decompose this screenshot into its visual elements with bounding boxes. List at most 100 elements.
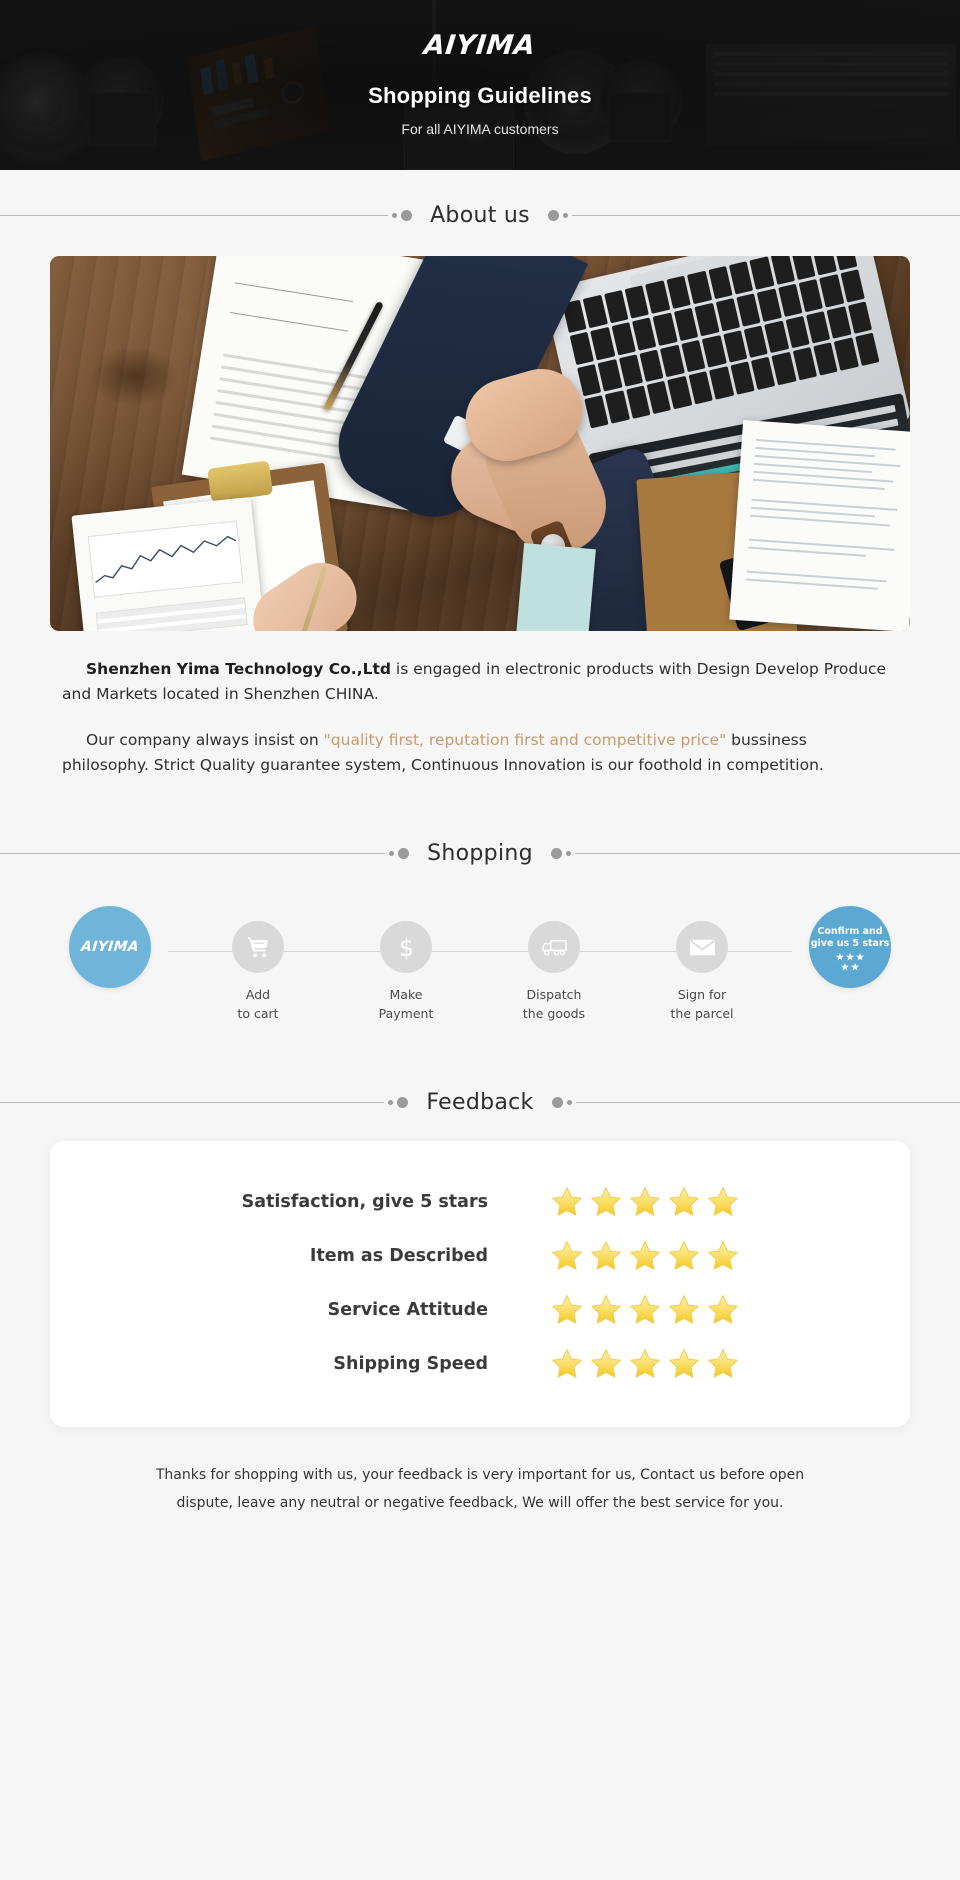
rating-stars-satisfaction[interactable] [550, 1185, 740, 1219]
star-icon [590, 1294, 622, 1325]
page-subtitle: For all AIYIMA customers [401, 121, 559, 137]
step-label-line2: Payment [378, 1005, 434, 1021]
step-label-line2: the parcel [670, 1005, 734, 1021]
badge-stars: ★ ★ ★ ★ ★ [835, 951, 865, 972]
star-icon [629, 1186, 661, 1217]
dollar-icon: $ [380, 921, 432, 974]
star-icon [707, 1348, 739, 1379]
step-sign-for-parcel[interactable]: Sign for the parcel [642, 902, 762, 1022]
star-icon [668, 1348, 700, 1379]
about-description: Shenzhen Yima Technology Co.,Ltd is enga… [0, 631, 960, 778]
star-icon [551, 1186, 583, 1217]
about-paragraph-2: Our company always insist on "quality fi… [62, 728, 898, 778]
shopping-section-title: Shopping [427, 841, 533, 867]
star-icon [707, 1240, 739, 1271]
star-icon [590, 1348, 622, 1379]
divider-dot-large-left [401, 210, 413, 221]
star-icon [551, 1240, 583, 1271]
divider-dot-small-left [389, 851, 395, 857]
feedback-row: Shipping Speed [50, 1337, 910, 1391]
feedback-label-item-as-described: Item as Described [309, 1246, 488, 1267]
svg-text:$: $ [398, 934, 413, 961]
divider-dot-small-right [565, 851, 571, 857]
step-brand: AIYIMA [50, 902, 170, 989]
star-icon [590, 1186, 622, 1217]
feedback-label-service-attitude: Service Attitude [327, 1300, 488, 1321]
about-p2-pre: Our company always insist on [86, 731, 324, 750]
divider-line-left [0, 853, 386, 855]
step-label-line1: Add [245, 987, 271, 1003]
rating-stars-service-attitude[interactable] [550, 1293, 740, 1327]
shopping-process-steps: AIYIMA Add to cart $ Make Payment Dispat… [50, 902, 910, 1040]
page-title: Shopping Guidelines [368, 83, 592, 108]
step-label-line2: to cart [237, 1005, 279, 1021]
financial-report-document [729, 419, 910, 631]
rating-stars-shipping-speed[interactable] [550, 1347, 740, 1381]
star-icon [551, 1294, 583, 1325]
divider-line-left [0, 215, 389, 216]
step-label-line1: Sign for [677, 987, 727, 1003]
about-paragraph-1: Shenzhen Yima Technology Co.,Ltd is enga… [62, 657, 898, 707]
footer-line-1: Thanks for shopping with us, your feedba… [155, 1467, 805, 1484]
aiyima-logo: AIYIMA [422, 30, 538, 61]
step-make-payment[interactable]: $ Make Payment [346, 902, 466, 1022]
about-divider: About us [0, 203, 960, 228]
star-icon [707, 1186, 739, 1217]
divider-dot-large-right [547, 210, 559, 221]
step-label-dispatch-goods: Dispatch the goods [523, 986, 585, 1022]
step-label-line1: Make [389, 987, 423, 1003]
feedback-rating-card: Satisfaction, give 5 stars Item as Descr… [50, 1141, 910, 1428]
stock-chart-report [71, 496, 265, 631]
rating-stars-item-as-described[interactable] [550, 1239, 740, 1273]
confirm-badge-line2: give us 5 stars [810, 937, 890, 949]
star-icon [668, 1240, 700, 1271]
shopping-section: Shopping AIYIMA Add to cart $ Make Payme… [0, 778, 960, 1040]
feedback-row: Satisfaction, give 5 stars [50, 1175, 910, 1229]
step-label-make-payment: Make Payment [379, 986, 434, 1022]
star-icon [668, 1186, 700, 1217]
confirm-badge-line1: Confirm and [817, 926, 883, 938]
page-banner: AIYIMA Shopping Guidelines For all AIYIM… [0, 0, 960, 170]
divider-dot-large-right [550, 848, 562, 860]
about-quote: "quality first, reputation first and com… [323, 731, 727, 750]
star-icon [629, 1294, 661, 1325]
step-label-line1: Dispatch [526, 987, 582, 1003]
divider-dot-large-left [398, 848, 410, 860]
about-section-title: About us [430, 203, 530, 228]
divider-line-right [574, 853, 960, 855]
divider-dot-large-right [551, 1097, 563, 1109]
feedback-divider: Feedback [0, 1090, 960, 1115]
handshake-business-photo [50, 256, 910, 631]
delivery-truck-glyph [541, 939, 567, 956]
step-confirm-give-stars[interactable]: Confirm and give us 5 stars ★ ★ ★ ★ ★ [790, 902, 910, 989]
envelope-icon [676, 921, 728, 974]
star-icon [707, 1294, 739, 1325]
sticky-note [516, 543, 596, 631]
company-name: Shenzhen Yima Technology Co.,Ltd [86, 660, 391, 678]
star-icon [590, 1240, 622, 1271]
feedback-label-satisfaction: Satisfaction, give 5 stars [241, 1192, 488, 1213]
feedback-row: Item as Described [50, 1229, 910, 1283]
step-label-sign-for-parcel: Sign for the parcel [671, 986, 734, 1022]
delivery-truck-icon [528, 921, 580, 974]
footer-line-2: dispute, leave any neutral or negative f… [176, 1495, 784, 1512]
star-icon [629, 1240, 661, 1271]
step-dispatch-goods[interactable]: Dispatch the goods [494, 902, 614, 1022]
wood-knot [90, 346, 180, 406]
divider-dot-small-right [566, 1100, 572, 1106]
divider-dot-small-right [562, 213, 568, 218]
dollar-glyph: $ [398, 934, 413, 961]
feedback-label-shipping-speed: Shipping Speed [333, 1354, 488, 1375]
divider-dot-large-left [397, 1097, 409, 1109]
divider-dot-small-left [392, 213, 398, 218]
about-hero-image-wrap [0, 228, 960, 631]
about-section: About us Shenzhen Yima Technology Co.,Lt… [0, 170, 960, 778]
divider-line-left [0, 1102, 385, 1104]
feedback-row: Service Attitude [50, 1283, 910, 1337]
step-add-to-cart[interactable]: Add to cart [198, 902, 318, 1022]
divider-line-right [571, 215, 960, 216]
star-icon [551, 1348, 583, 1379]
line-chart-icon [95, 535, 237, 584]
shopping-cart-icon [232, 921, 284, 974]
step-label-add-to-cart: Add to cart [237, 986, 278, 1022]
